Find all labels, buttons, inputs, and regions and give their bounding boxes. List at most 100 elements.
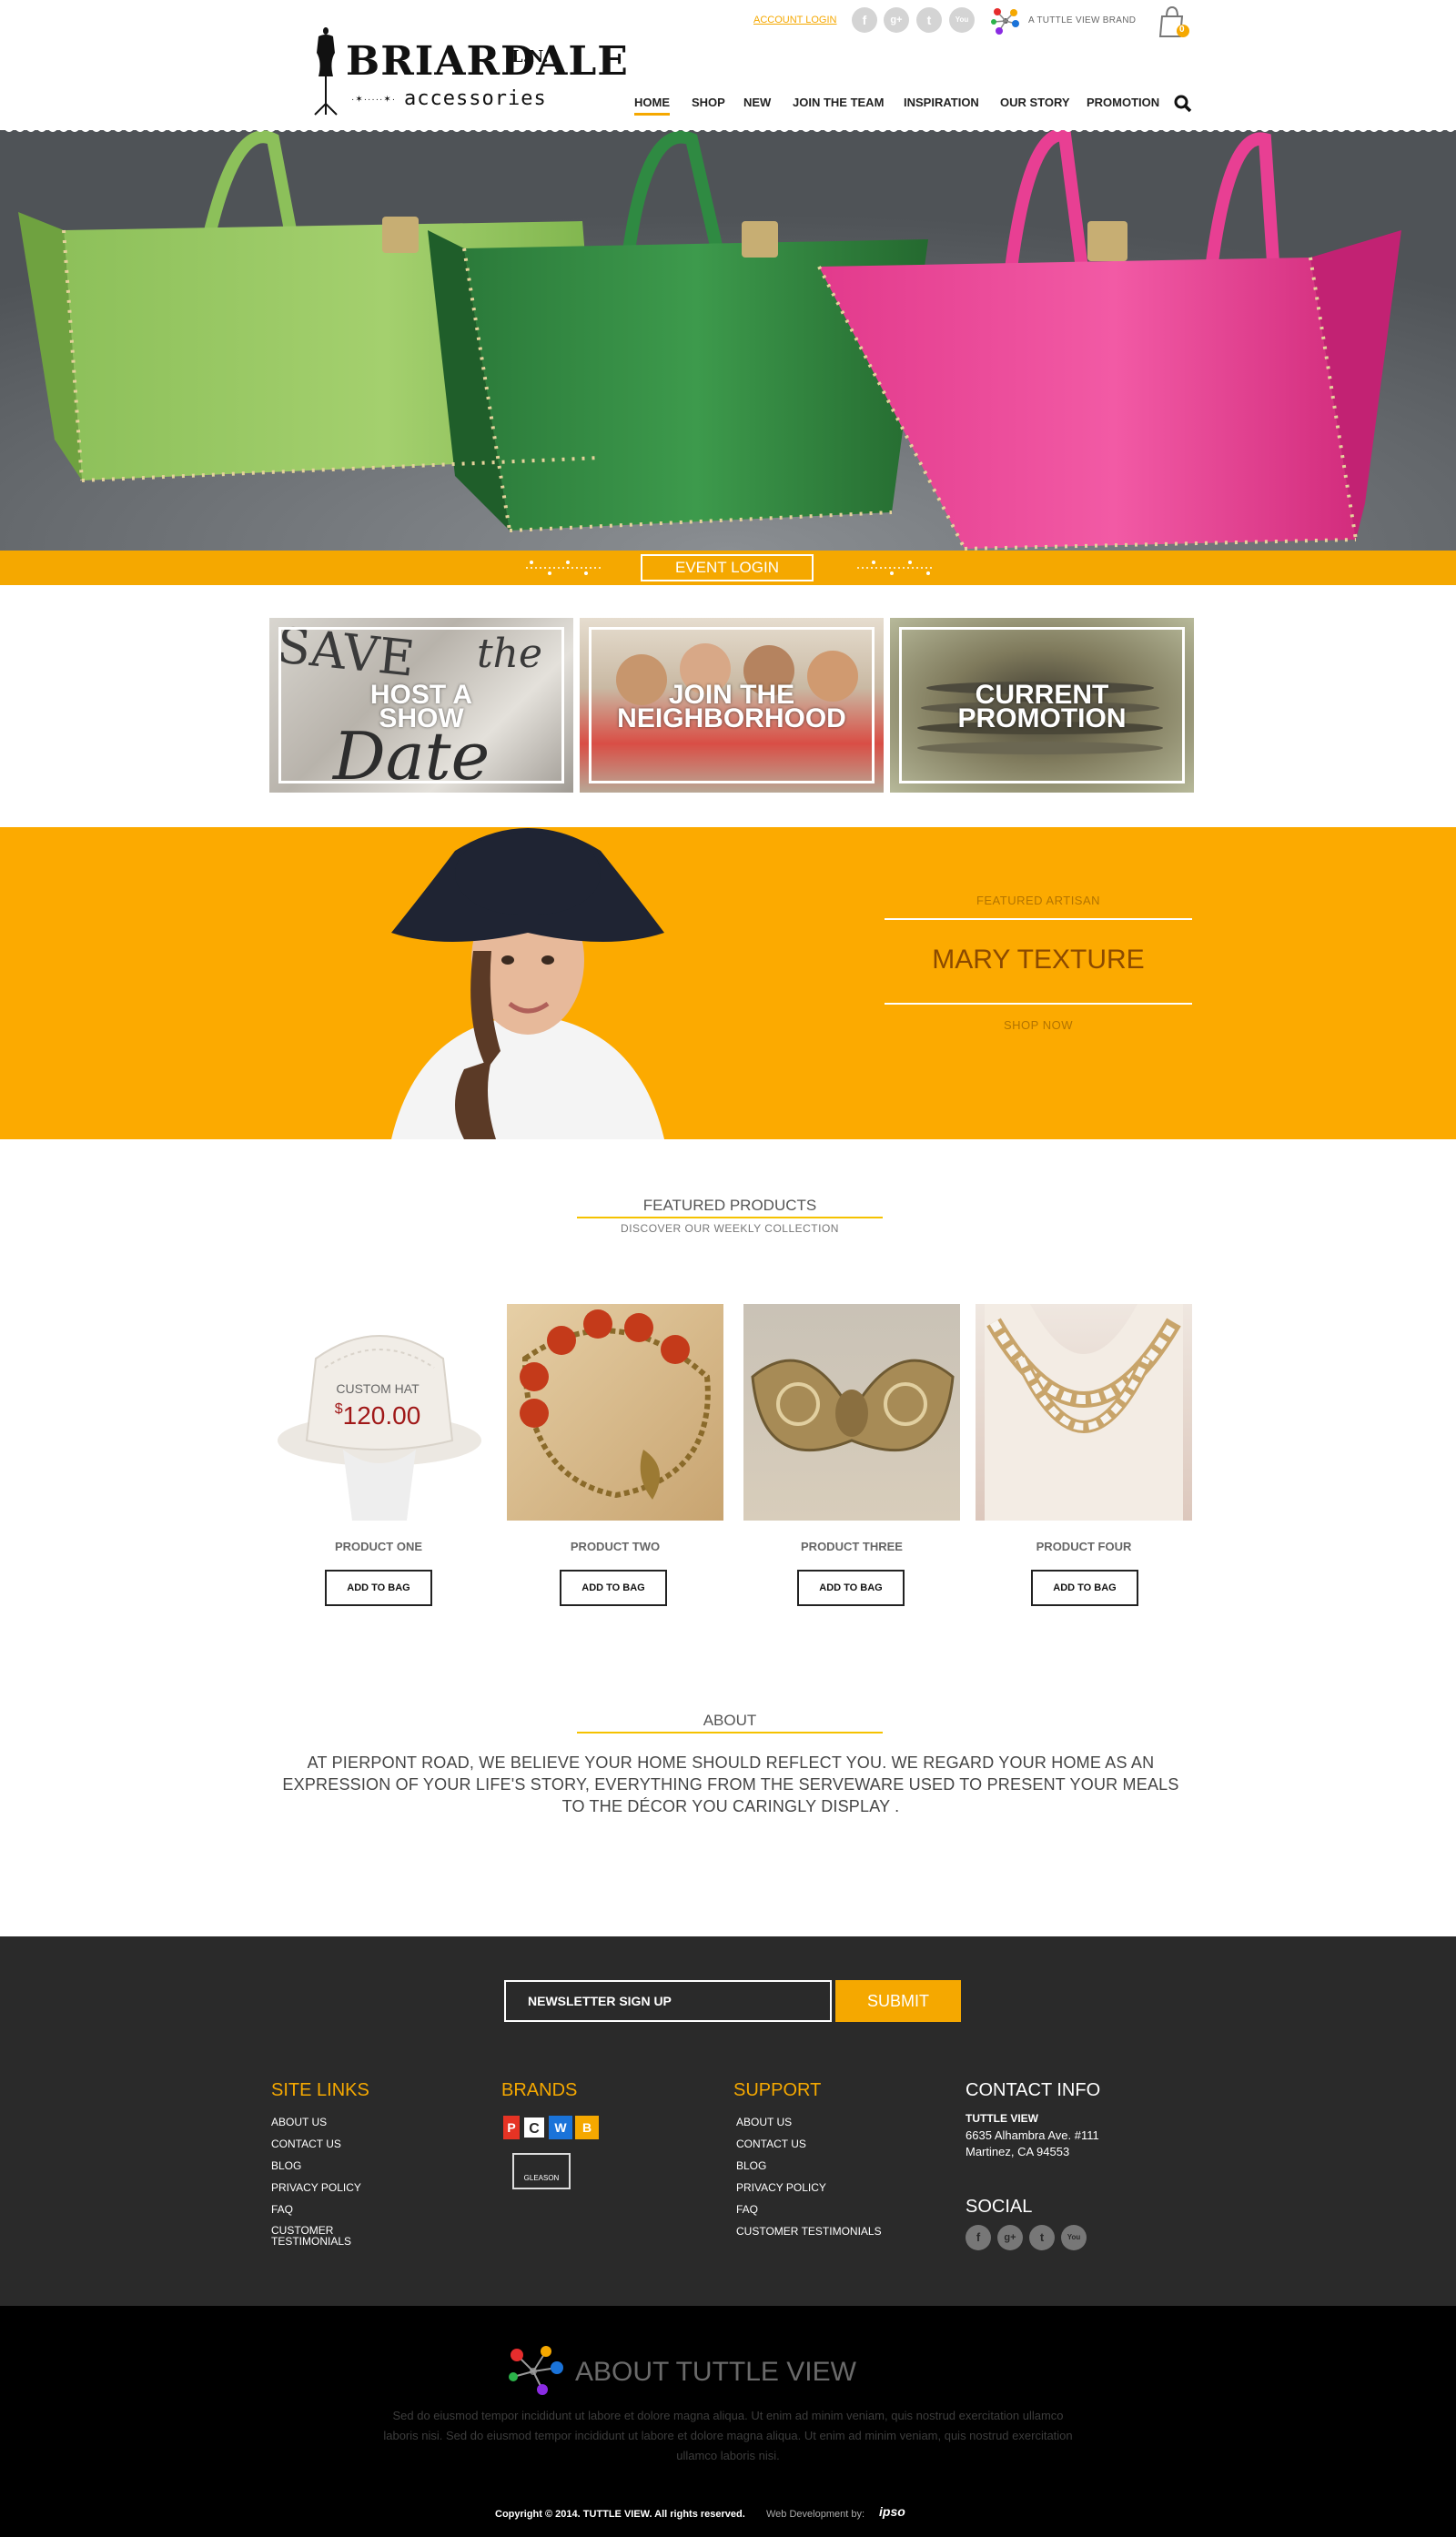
- about-body: AT PIERPONT ROAD, WE BELIEVE YOUR HOME S…: [282, 1754, 1179, 1815]
- custom-hat-price: $120.00: [318, 1401, 437, 1430]
- nav-promotion[interactable]: PROMOTION: [1087, 96, 1159, 109]
- support-link-about-us[interactable]: ABOUT US: [736, 2116, 792, 2128]
- contact-info-heading: CONTACT INFO: [966, 2080, 1101, 2100]
- newsletter-input[interactable]: NEWSLETTER SIGN UP: [504, 1980, 832, 2022]
- brand-b-logo[interactable]: B: [575, 2116, 599, 2139]
- tile-join-the-neighborhood[interactable]: JOIN THE NEIGHBORHOOD: [580, 618, 884, 793]
- tile-host-a-show[interactable]: SAVE the Date HOST A SHOW: [269, 618, 573, 793]
- product-four-image[interactable]: [976, 1304, 1192, 1521]
- social-heading: SOCIAL: [966, 2197, 1033, 2217]
- twitter-icon[interactable]: t: [1029, 2225, 1055, 2250]
- about-tuttle-view-body: Sed do eiusmod tempor incididunt ut labo…: [383, 2409, 1073, 2462]
- add-to-bag-button[interactable]: ADD TO BAG: [560, 1570, 667, 1606]
- about-title: ABOUT: [703, 1712, 757, 1729]
- shopping-bag-icon[interactable]: [1158, 5, 1190, 38]
- custom-hat-label: CUSTOM HAT: [336, 1381, 420, 1396]
- about-underline: [577, 1732, 883, 1733]
- google-plus-icon[interactable]: g+: [884, 7, 909, 33]
- footer-link-privacy-policy[interactable]: PRIVACY POLICY: [271, 2181, 361, 2194]
- support-link-customer-testimonials[interactable]: CUSTOMER TESTIMONIALS: [736, 2225, 882, 2238]
- support-link-contact-us[interactable]: CONTACT US: [736, 2138, 806, 2150]
- brand-w-logo[interactable]: W: [549, 2116, 572, 2139]
- contact-address-line2: Martinez, CA 94553: [966, 2145, 1070, 2158]
- nav-shop[interactable]: SHOP: [692, 96, 725, 109]
- add-to-bag-button[interactable]: ADD TO BAG: [325, 1570, 432, 1606]
- footer-link-customer-testimonials[interactable]: CUSTOMER TESTIMONIALS: [271, 2225, 351, 2247]
- artisan-name[interactable]: MARY TEXTURE: [885, 945, 1192, 975]
- site-links-heading: SITE LINKS: [271, 2080, 369, 2100]
- product-two-image[interactable]: [507, 1304, 723, 1521]
- featured-artisan-band: FEATURED ARTISAN MARY TEXTURE SHOP NOW: [0, 827, 1456, 1139]
- facebook-icon[interactable]: f: [966, 2225, 991, 2250]
- product-one-name[interactable]: PRODUCT ONE: [270, 1540, 487, 1553]
- tile-label: HOST A SHOW: [369, 680, 473, 733]
- event-login-button[interactable]: EVENT LOGIN: [641, 554, 814, 581]
- artisan-portrait: [391, 828, 664, 1139]
- support-link-faq[interactable]: FAQ: [736, 2203, 758, 2216]
- support-heading: SUPPORT: [733, 2080, 822, 2100]
- web-development-credit: Web Development by:: [766, 2509, 865, 2520]
- product-three-image[interactable]: [743, 1304, 960, 1521]
- price-value: 120.00: [342, 1401, 421, 1430]
- footer-link-faq[interactable]: FAQ: [271, 2203, 293, 2216]
- footer-link-blog[interactable]: BLOG: [271, 2159, 301, 2172]
- brand-gleason-logo[interactable]: GLEASON: [512, 2153, 571, 2189]
- nav-home[interactable]: HOME: [634, 96, 670, 116]
- tuttle-view-logo-icon[interactable]: [506, 2344, 564, 2395]
- search-icon[interactable]: [1174, 95, 1192, 113]
- footer-link-contact-us[interactable]: CONTACT US: [271, 2138, 341, 2150]
- logo-title[interactable]: BRIARDALE: [346, 38, 629, 85]
- youtube-icon[interactable]: You: [949, 7, 975, 33]
- artisan-divider-top: [885, 918, 1192, 920]
- logo-subtitle: accessories: [404, 87, 547, 110]
- ornament-left-icon: [526, 561, 602, 575]
- twitter-icon[interactable]: t: [916, 7, 942, 33]
- product-three-name[interactable]: PRODUCT THREE: [743, 1540, 960, 1553]
- cart-count: 0: [1179, 25, 1185, 35]
- site-header: BRIARDALE L.N. ·✶·····✶· accessories ACC…: [0, 0, 1456, 130]
- brand-p-logo[interactable]: P: [503, 2116, 520, 2139]
- submit-button[interactable]: SUBMIT: [835, 1980, 961, 2022]
- product-two-name[interactable]: PRODUCT TWO: [507, 1540, 723, 1553]
- add-to-bag-button[interactable]: ADD TO BAG: [797, 1570, 905, 1606]
- hero-banner[interactable]: [0, 130, 1456, 551]
- product-four-name[interactable]: PRODUCT FOUR: [976, 1540, 1192, 1553]
- logo-superscript: L.N.: [511, 47, 549, 66]
- copyright-text: Copyright © 2014. TUTTLE VIEW. All right…: [495, 2509, 745, 2520]
- scallop-edge: [2, 130, 1455, 132]
- nav-inspiration[interactable]: INSPIRATION: [904, 96, 979, 109]
- tile-current-promotion[interactable]: CURRENT PROMOTION: [890, 618, 1194, 793]
- footer-link-about-us[interactable]: ABOUT US: [271, 2116, 327, 2128]
- tile-label: JOIN THE NEIGHBORHOOD: [617, 680, 846, 733]
- nav-join-the-team[interactable]: JOIN THE TEAM: [793, 96, 884, 109]
- support-link-blog[interactable]: BLOG: [736, 2159, 766, 2172]
- shop-now-link[interactable]: SHOP NOW: [885, 1018, 1192, 1032]
- brands-heading: BRANDS: [501, 2080, 578, 2100]
- hero-bag-green: [0, 130, 1456, 551]
- tuttle-brand-text: A TUTTLE VIEW BRAND: [1028, 15, 1137, 25]
- dress-form-icon: [314, 27, 338, 116]
- contact-address-line1: 6635 Alhambra Ave. #111: [966, 2128, 1099, 2142]
- account-login-link[interactable]: ACCOUNT LOGIN: [753, 15, 836, 25]
- facebook-icon[interactable]: f: [852, 7, 877, 33]
- artisan-label: FEATURED ARTISAN: [976, 894, 1101, 907]
- developer-logo[interactable]: ipso: [879, 2504, 905, 2519]
- featured-products-title: FEATURED PRODUCTS: [642, 1197, 817, 1214]
- artisan-divider-bottom: [885, 1003, 1192, 1005]
- tuttle-view-logo-icon[interactable]: [990, 5, 1021, 36]
- youtube-icon[interactable]: You: [1061, 2225, 1087, 2250]
- nav-our-story[interactable]: OUR STORY: [1000, 96, 1070, 109]
- featured-products-subtitle: DISCOVER OUR WEEKLY COLLECTION: [621, 1222, 839, 1235]
- about-tuttle-view-title: ABOUT TUTTLE VIEW: [575, 2357, 856, 2387]
- currency-symbol: $: [334, 1401, 343, 1417]
- support-link-privacy-policy[interactable]: PRIVACY POLICY: [736, 2181, 826, 2194]
- featured-products-underline: [577, 1217, 883, 1218]
- logo-ornament: ·✶·····✶·: [351, 95, 397, 105]
- ornament-right-icon: [857, 561, 934, 575]
- contact-company: TUTTLE VIEW: [966, 2112, 1038, 2125]
- tile-label: CURRENT PROMOTION: [957, 680, 1127, 733]
- nav-new[interactable]: NEW: [743, 96, 771, 109]
- brand-c-logo[interactable]: C: [522, 2116, 546, 2139]
- google-plus-icon[interactable]: g+: [997, 2225, 1023, 2250]
- add-to-bag-button[interactable]: ADD TO BAG: [1031, 1570, 1138, 1606]
